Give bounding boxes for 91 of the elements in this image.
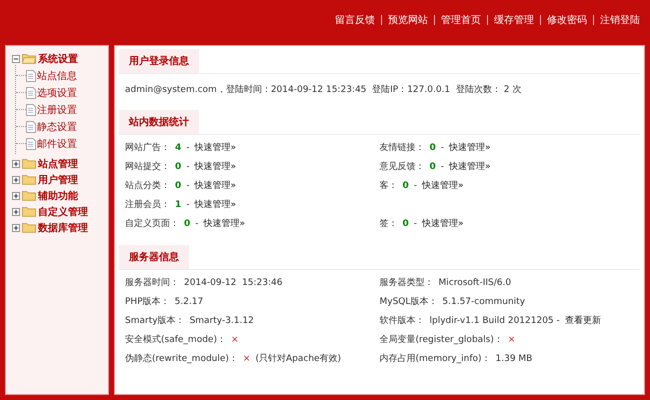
login-info: admin@system.com，登陆时间：2014-09-12 15:23:45 登陆IP：127.0.0.1 登陆次数： 2 次 <box>124 84 522 97</box>
nav-link[interactable]: 修改密码 <box>547 13 587 27</box>
dash: - <box>414 218 418 228</box>
sidebar-item[interactable]: 站点信息 <box>37 68 77 82</box>
stat-count: 4 <box>175 142 182 152</box>
expand-icon[interactable] <box>12 208 20 216</box>
quick-manage-link[interactable]: 快速管理» <box>204 217 246 230</box>
expand-icon[interactable] <box>12 160 20 168</box>
info-value: 2014-09-12 15:23:46 <box>184 278 282 288</box>
info-label: 伪静态(rewrite_module)： <box>125 352 238 365</box>
folder-icon <box>22 174 36 185</box>
stat-count: 0 <box>402 180 409 190</box>
disabled-mark: × <box>508 334 516 344</box>
nav-link[interactable]: 缓存管理 <box>494 13 534 27</box>
stat-count: 0 <box>430 162 436 172</box>
section-title: 站内数据统计 <box>119 110 199 134</box>
info-value: Microsoft-IIS/6.0 <box>438 278 512 288</box>
section-title: 用户登录信息 <box>119 49 199 73</box>
dash: - <box>414 180 418 190</box>
disabled-mark: × <box>242 354 250 364</box>
stat-count: 0 <box>402 218 409 228</box>
collapse-icon[interactable] <box>12 54 20 62</box>
stat-count: 0 <box>175 162 182 172</box>
expand-icon[interactable] <box>12 224 20 232</box>
quick-manage-link[interactable]: 快速管理» <box>422 179 464 192</box>
stat-label: 注册会员： <box>125 198 170 211</box>
dash: - <box>440 162 444 172</box>
dash: - <box>186 162 190 172</box>
stat-count: 1 <box>175 200 182 210</box>
folder-icon <box>22 222 36 233</box>
section-title: 服务器信息 <box>119 245 189 269</box>
quick-manage-link[interactable]: 快速管理» <box>194 198 236 211</box>
info-value: 1.39 MB <box>496 354 532 364</box>
info-value: 5.2.17 <box>174 296 204 306</box>
stat-count: 0 <box>430 142 436 152</box>
sidebar-item[interactable]: 静态设置 <box>37 120 77 134</box>
stat-label: 站点分类： <box>125 180 170 192</box>
info-value: 5.1.57-community <box>442 296 526 306</box>
stat-label: 意见反馈： <box>380 160 424 173</box>
quick-manage-link[interactable]: 快速管理» <box>194 141 236 154</box>
folder-icon <box>22 158 36 169</box>
dash: - <box>186 142 190 152</box>
stat-label: 友情链接： <box>380 142 424 154</box>
stat-label: 自定义页面： <box>125 218 179 230</box>
quick-manage-link[interactable]: 快速管理» <box>449 160 491 173</box>
quick-manage-link[interactable]: 快速管理» <box>194 179 236 192</box>
stat-label: 网站广告： <box>125 142 170 154</box>
info-label: 安全模式(safe_mode)： <box>125 334 226 346</box>
info-label: 软件版本： <box>380 314 424 327</box>
sidebar-item[interactable]: 用户管理 <box>38 172 78 186</box>
info-value: Smarty-3.1.12 <box>190 316 254 326</box>
dash: - <box>186 200 190 210</box>
quick-manage-link[interactable]: 快速管理» <box>194 160 236 173</box>
quick-manage-link[interactable]: 快速管理» <box>422 217 464 230</box>
expand-icon[interactable] <box>12 192 20 200</box>
quick-manage-link[interactable]: 快速管理» <box>449 141 491 154</box>
expand-icon[interactable] <box>12 176 20 184</box>
nav-link[interactable]: 管理首页 <box>441 13 481 27</box>
sidebar-item[interactable]: 选项设置 <box>37 86 77 100</box>
folder-icon <box>22 190 36 201</box>
nav-link[interactable]: 预览网站 <box>388 13 428 27</box>
sidebar-item[interactable]: 注册设置 <box>37 102 77 116</box>
dash: - <box>195 218 199 228</box>
info-label: 服务器时间： <box>125 276 179 289</box>
check-update-link[interactable]: 查看更新 <box>564 314 601 327</box>
stat-count: 0 <box>175 180 182 190</box>
dash: - <box>440 142 444 152</box>
dash: - <box>186 180 190 190</box>
sidebar-item[interactable]: 邮件设置 <box>37 136 77 150</box>
nav-link[interactable]: 注销登陆 <box>600 13 640 27</box>
info-label: 全局变量(register_globals)： <box>380 334 503 346</box>
stat-label: 客： <box>380 180 398 192</box>
stat-label: 签： <box>380 218 398 230</box>
sidebar-item[interactable]: 辅助功能 <box>38 188 78 202</box>
sidebar-item[interactable]: 自定义管理 <box>38 204 88 218</box>
stat-label: 网站提交： <box>125 160 170 173</box>
open-folder-icon <box>22 53 36 64</box>
sidebar-item[interactable]: 站点管理 <box>38 156 78 170</box>
info-label: 内存占用(memory_info)： <box>380 352 491 365</box>
nav-link[interactable]: 留言反馈 <box>335 13 375 27</box>
info-note: (只针对Apache有效) <box>255 352 342 365</box>
info-label: Smarty版本： <box>125 314 185 327</box>
info-label: 服务器类型： <box>380 276 434 289</box>
sidebar-item[interactable]: 数据库管理 <box>38 220 88 234</box>
disabled-mark: × <box>230 334 239 344</box>
info-value: lplydir-v1.1 Build 20121205 - <box>430 316 560 326</box>
stat-count: 0 <box>184 218 190 228</box>
folder-icon <box>22 206 36 217</box>
sidebar-item[interactable]: 系统设置 <box>38 52 78 66</box>
info-label: PHP版本： <box>125 296 170 308</box>
info-label: MySQL版本： <box>380 296 438 308</box>
